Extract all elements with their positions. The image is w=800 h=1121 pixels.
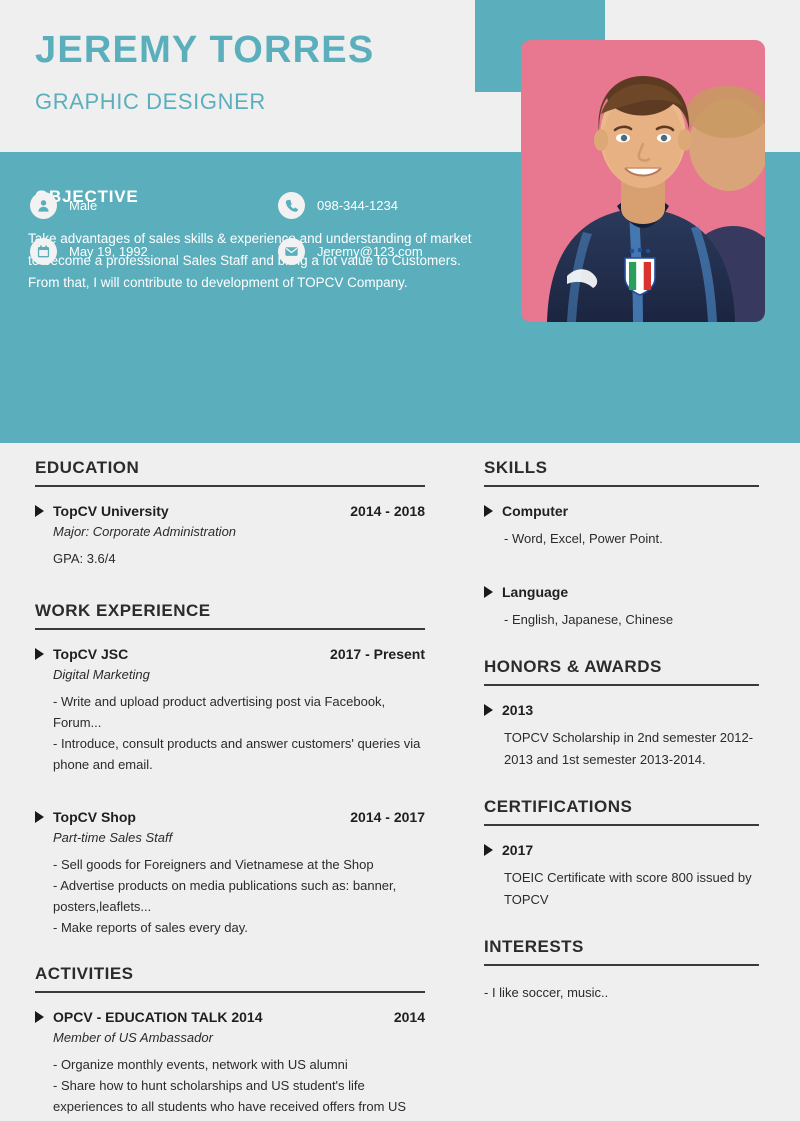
section-heading: ACTIVITIES bbox=[35, 964, 134, 983]
job-title: GRAPHIC DESIGNER bbox=[35, 89, 266, 114]
education-entry: TopCV University 2014 - 2018 Major: Corp… bbox=[35, 503, 425, 569]
section-heading: SKILLS bbox=[484, 458, 548, 477]
envelope-icon bbox=[278, 238, 305, 265]
contact-value: 098-344-1234 bbox=[317, 198, 398, 213]
entry-subtitle: Member of US Ambassador bbox=[53, 1030, 213, 1045]
entry-body: TOPCV Scholarship in 2nd semester 2012-2… bbox=[504, 727, 759, 771]
entry-line: TOEIC Certificate with score 800 issued … bbox=[504, 870, 752, 907]
bullet-triangle-icon bbox=[484, 704, 493, 716]
contact-phone: 098-344-1234 bbox=[278, 192, 398, 219]
entry-title: 2013 bbox=[502, 702, 534, 718]
entry-line: - Make reports of sales every day. bbox=[53, 920, 248, 935]
section-certifications: CERTIFICATIONS 2017 TOEIC Certificate wi… bbox=[484, 797, 759, 911]
entry-title: OPCV - EDUCATION TALK 2014 bbox=[53, 1009, 263, 1025]
entry-body: - Word, Excel, Power Point. bbox=[504, 528, 759, 550]
entry-subtitle: Major: Corporate Administration bbox=[53, 524, 237, 539]
entry-date: 2014 bbox=[393, 1009, 425, 1025]
honor-entry: 2013 TOPCV Scholarship in 2nd semester 2… bbox=[484, 702, 759, 771]
contact-email: Jeremy@123.com bbox=[278, 238, 423, 265]
section-divider bbox=[484, 684, 759, 686]
work-entry: TopCV JSC 2017 - Present Digital Marketi… bbox=[35, 646, 425, 775]
section-heading: HONORS & AWARDS bbox=[484, 657, 662, 676]
resume-page: JEREMY TORRES GRAPHIC DESIGNER OBJECTIVE… bbox=[0, 0, 800, 1121]
bullet-triangle-icon bbox=[35, 648, 44, 660]
entry-body: - Write and upload product advertising p… bbox=[53, 691, 425, 775]
work-entry: TopCV Shop 2014 - 2017 Part-time Sales S… bbox=[35, 809, 425, 938]
entry-line: TOPCV Scholarship in 2nd semester 2012-2… bbox=[504, 730, 754, 767]
contact-gender: Male bbox=[30, 192, 97, 219]
entry-line: GPA: 3.6/4 bbox=[53, 551, 116, 566]
section-heading: EDUCATION bbox=[35, 458, 140, 477]
entry-line: - Advertise products on media publicatio… bbox=[53, 878, 397, 914]
entry-line: - Sell goods for Foreigners and Vietname… bbox=[53, 857, 374, 872]
section-divider bbox=[484, 485, 759, 487]
phone-icon bbox=[278, 192, 305, 219]
entry-date: 2014 - 2018 bbox=[350, 503, 425, 519]
contact-value: Jeremy@123.com bbox=[317, 244, 423, 259]
entry-title: TopCV JSC bbox=[53, 646, 129, 662]
entry-body: - Sell goods for Foreigners and Vietname… bbox=[53, 854, 425, 938]
entry-header: TopCV Shop 2014 - 2017 bbox=[35, 809, 425, 825]
section-work-experience: WORK EXPERIENCE TopCV JSC 2017 - Present… bbox=[35, 601, 425, 938]
entry-header: TopCV University 2014 - 2018 bbox=[35, 503, 425, 519]
entry-title: 2017 bbox=[502, 842, 534, 858]
section-divider bbox=[35, 485, 425, 487]
entry-line: - Share how to hunt scholarships and US … bbox=[53, 1078, 407, 1121]
entry-subtitle: Digital Marketing bbox=[53, 667, 150, 682]
person-icon bbox=[30, 192, 57, 219]
contact-value: May 19, 1992 bbox=[69, 244, 148, 259]
section-honors-awards: HONORS & AWARDS 2013 TOPCV Scholarship i… bbox=[484, 657, 759, 771]
entry-line: - Write and upload product advertising p… bbox=[53, 694, 386, 730]
interests-text: - I like soccer, music.. bbox=[484, 985, 609, 1000]
contact-value: Male bbox=[69, 198, 98, 213]
calendar-icon bbox=[30, 238, 57, 265]
section-divider bbox=[35, 628, 425, 630]
section-heading: CERTIFICATIONS bbox=[484, 797, 633, 816]
entry-body: TOEIC Certificate with score 800 issued … bbox=[504, 867, 759, 911]
bullet-triangle-icon bbox=[35, 505, 44, 517]
entry-header: TopCV JSC 2017 - Present bbox=[35, 646, 425, 662]
bullet-triangle-icon bbox=[484, 505, 493, 517]
bullet-triangle-icon bbox=[484, 844, 493, 856]
bullet-triangle-icon bbox=[35, 811, 44, 823]
bullet-triangle-icon bbox=[35, 1011, 44, 1023]
skill-entry: Computer - Word, Excel, Power Point. bbox=[484, 503, 759, 550]
right-column: SKILLS Computer - Word, Excel, Power Poi… bbox=[484, 458, 759, 1003]
section-activities: ACTIVITIES OPCV - EDUCATION TALK 2014 20… bbox=[35, 964, 425, 1121]
entry-subtitle: Part-time Sales Staff bbox=[53, 830, 173, 845]
entry-body: GPA: 3.6/4 bbox=[53, 548, 425, 569]
entry-header: OPCV - EDUCATION TALK 2014 2014 bbox=[35, 1009, 425, 1025]
section-divider bbox=[35, 991, 425, 993]
bullet-triangle-icon bbox=[484, 586, 493, 598]
entry-title: TopCV Shop bbox=[53, 809, 136, 825]
page-title: JEREMY TORRES bbox=[35, 29, 375, 71]
section-divider bbox=[484, 964, 759, 966]
contact-birthdate: May 19, 1992 bbox=[30, 238, 148, 265]
entry-line: - Introduce, consult products and answer… bbox=[53, 736, 421, 772]
entry-body: - English, Japanese, Chinese bbox=[504, 609, 759, 631]
skill-entry: Language - English, Japanese, Chinese bbox=[484, 584, 759, 631]
entry-body: - Organize monthly events, network with … bbox=[53, 1054, 425, 1121]
section-heading: INTERESTS bbox=[484, 937, 584, 956]
entry-line: - Organize monthly events, network with … bbox=[53, 1057, 348, 1072]
section-education: EDUCATION TopCV University 2014 - 2018 M… bbox=[35, 458, 425, 569]
section-skills: SKILLS Computer - Word, Excel, Power Poi… bbox=[484, 458, 759, 631]
entry-title: Language bbox=[502, 584, 569, 600]
profile-photo bbox=[521, 40, 765, 322]
section-interests: INTERESTS - I like soccer, music.. bbox=[484, 937, 759, 1003]
entry-line: - Word, Excel, Power Point. bbox=[504, 531, 663, 546]
section-divider bbox=[484, 824, 759, 826]
entry-date: 2014 - 2017 bbox=[350, 809, 425, 825]
certification-entry: 2017 TOEIC Certificate with score 800 is… bbox=[484, 842, 759, 911]
entry-line: - English, Japanese, Chinese bbox=[504, 612, 674, 627]
entry-title: TopCV University bbox=[53, 503, 169, 519]
section-heading: WORK EXPERIENCE bbox=[35, 601, 211, 620]
entry-title: Computer bbox=[502, 503, 569, 519]
entry-date: 2017 - Present bbox=[330, 646, 425, 662]
activity-entry: OPCV - EDUCATION TALK 2014 2014 Member o… bbox=[35, 1009, 425, 1121]
left-column: EDUCATION TopCV University 2014 - 2018 M… bbox=[35, 458, 425, 1121]
